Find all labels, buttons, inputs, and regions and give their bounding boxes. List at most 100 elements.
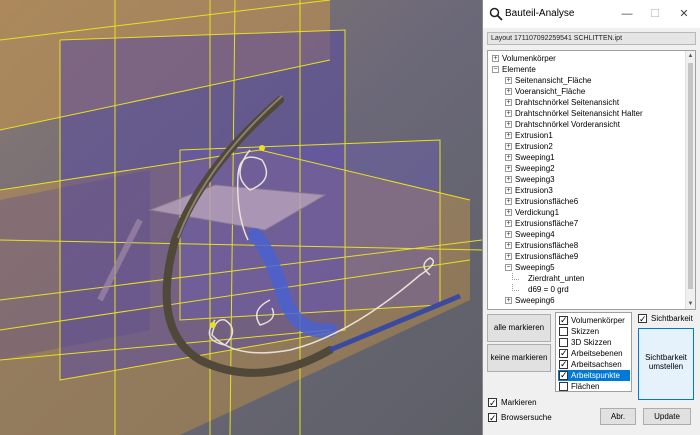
expand-icon[interactable]: + — [505, 253, 512, 260]
feature-tree[interactable]: + Volumenkörper − Elemente + Seitenansicht_Fl… — [487, 50, 696, 310]
toggle-visibility-button[interactable]: Sichtbarkeit umstellen — [638, 328, 694, 400]
tree-item-label: Extrusionsfläche8 — [515, 241, 579, 250]
expand-icon[interactable]: + — [505, 198, 512, 205]
scroll-down-icon[interactable]: ▼ — [686, 299, 695, 309]
tree-item[interactable]: + Drahtschnörkel Seitenansicht — [488, 97, 688, 108]
update-button[interactable]: Update — [643, 408, 691, 425]
expand-icon[interactable]: + — [505, 176, 512, 183]
tree-item[interactable]: + Verdickung1 — [488, 207, 688, 218]
category-label: Skizzen — [571, 327, 600, 336]
category-checkbox[interactable]: ✓ — [559, 315, 568, 325]
category-item[interactable]: ✓ Volumenkörper — [558, 315, 630, 326]
mark-all-button[interactable]: alle markieren — [487, 314, 551, 342]
window-title: Bauteil-Analyse — [505, 8, 575, 19]
tree-item-label: Zierdraht_unten — [528, 274, 585, 283]
expand-icon[interactable]: + — [505, 209, 512, 216]
mark-option[interactable]: ✓ Markieren — [487, 397, 567, 409]
visibility-option[interactable]: ✓ Sichtbarkeit — [637, 313, 697, 325]
tree-item[interactable]: − Sweeping5 — [488, 262, 688, 273]
tree-item[interactable]: + Extrusion3 — [488, 185, 688, 196]
minimize-button[interactable]: — — [613, 4, 641, 24]
category-label: Arbeitspunkte — [571, 371, 620, 380]
mark-checkbox[interactable]: ✓ — [488, 398, 497, 408]
expand-icon[interactable]: + — [505, 132, 512, 139]
tree-scrollbar[interactable]: ▲ ▼ — [685, 51, 695, 309]
work-plane-violet — [0, 170, 150, 360]
tree-item[interactable]: + Extrusionsfläche8 — [488, 240, 688, 251]
category-item[interactable]: Flächen — [558, 381, 630, 392]
mark-none-button[interactable]: keine markieren — [487, 344, 551, 372]
3d-viewport[interactable] — [0, 0, 482, 435]
category-item[interactable]: 3D Skizzen — [558, 337, 630, 348]
tree-item[interactable]: + Extrusion1 — [488, 130, 688, 141]
expand-icon[interactable]: + — [505, 242, 512, 249]
category-label: 3D Skizzen — [571, 338, 612, 347]
expand-icon[interactable]: + — [505, 297, 512, 304]
tree-item[interactable]: + Volumenkörper — [488, 53, 688, 64]
tree-item-label: Extrusionsfläche9 — [515, 252, 579, 261]
tree-item[interactable]: + Drahtschnörkel Seitenansicht Halter — [488, 108, 688, 119]
category-label: Arbeitsebenen — [571, 349, 623, 358]
tree-connector — [512, 273, 519, 280]
collapse-icon[interactable]: − — [492, 66, 499, 73]
visibility-checkbox[interactable]: ✓ — [638, 314, 647, 324]
expand-icon[interactable]: + — [505, 187, 512, 194]
browser-search-option[interactable]: ✓ Browsersuche — [487, 412, 567, 424]
category-checkbox[interactable] — [559, 382, 568, 391]
tree-item-label: Sweeping1 — [515, 153, 555, 162]
tree-item[interactable]: + Sweeping6 — [488, 295, 688, 306]
category-item[interactable]: ✓ Arbeitsachsen — [558, 359, 630, 370]
category-checkbox[interactable] — [559, 327, 568, 336]
tree-item[interactable]: + Extrusionsfläche9 — [488, 251, 688, 262]
maximize-button[interactable]: ☐ — [641, 4, 669, 24]
category-list[interactable]: ✓ Volumenkörper Skizzen 3D Skizzen ✓ Arbeitse… — [555, 312, 632, 392]
expand-icon[interactable]: + — [505, 231, 512, 238]
collapse-icon[interactable]: − — [505, 264, 512, 271]
tree-item[interactable]: + Sweeping3 — [488, 174, 688, 185]
tree-item[interactable]: + Voeransicht_Fläche — [488, 86, 688, 97]
category-item[interactable]: ✓ Arbeitspunkte — [558, 370, 630, 381]
category-checkbox[interactable]: ✓ — [559, 370, 568, 380]
category-checkbox[interactable]: ✓ — [559, 359, 568, 369]
category-label: Arbeitsachsen — [571, 360, 622, 369]
tree-item[interactable]: + Extrusionsfläche6 — [488, 196, 688, 207]
category-checkbox[interactable] — [559, 338, 568, 347]
scroll-thumb[interactable] — [688, 63, 693, 289]
category-item[interactable]: Skizzen — [558, 326, 630, 337]
expand-icon[interactable]: + — [505, 88, 512, 95]
tree-item-label: Drahtschnörkel Seitenansicht Halter — [515, 109, 643, 118]
tree-item[interactable]: + Sweeping1 — [488, 152, 688, 163]
tree-item-label: Extrusionsfläche7 — [515, 219, 579, 228]
tree-item-label: Sweeping3 — [515, 175, 555, 184]
close-button[interactable]: ✕ — [670, 4, 698, 24]
abort-button[interactable]: Abr. — [600, 408, 636, 425]
expand-icon[interactable]: + — [505, 121, 512, 128]
tree-item-label: Volumenkörper — [502, 54, 556, 63]
expand-icon[interactable]: + — [505, 165, 512, 172]
browser-search-label: Browsersuche — [501, 413, 552, 422]
tree-item[interactable]: − Elemente — [488, 64, 688, 75]
tree-item[interactable]: + Drahtschnörkel Vorderansicht — [488, 119, 688, 130]
tree-item-label: Extrusion2 — [515, 142, 553, 151]
expand-icon[interactable]: + — [505, 154, 512, 161]
tree-item[interactable]: + Extrusionsfläche7 — [488, 218, 688, 229]
expand-icon[interactable]: + — [505, 99, 512, 106]
expand-icon[interactable]: + — [505, 77, 512, 84]
expand-icon[interactable]: + — [492, 55, 499, 62]
expand-icon[interactable]: + — [505, 143, 512, 150]
tree-item[interactable]: Zierdraht_unten — [488, 273, 688, 284]
expand-icon[interactable]: + — [505, 110, 512, 117]
tree-item[interactable]: + Seitenansicht_Fläche — [488, 75, 688, 86]
tree-item[interactable]: + Sweeping4 — [488, 229, 688, 240]
scroll-up-icon[interactable]: ▲ — [686, 51, 695, 61]
tree-item-label: Extrusion1 — [515, 131, 553, 140]
tree-item[interactable]: + Extrusion2 — [488, 141, 688, 152]
category-checkbox[interactable]: ✓ — [559, 348, 568, 358]
tree-item[interactable]: + Sweeping2 — [488, 163, 688, 174]
tree-item[interactable]: d69 = 0 grd — [488, 284, 688, 295]
browser-search-checkbox[interactable]: ✓ — [488, 413, 497, 423]
expand-icon[interactable]: + — [505, 220, 512, 227]
category-item[interactable]: ✓ Arbeitsebenen — [558, 348, 630, 359]
tree-item-label: d69 = 0 grd — [528, 285, 569, 294]
tree-item-label: Verdickung1 — [515, 208, 560, 217]
